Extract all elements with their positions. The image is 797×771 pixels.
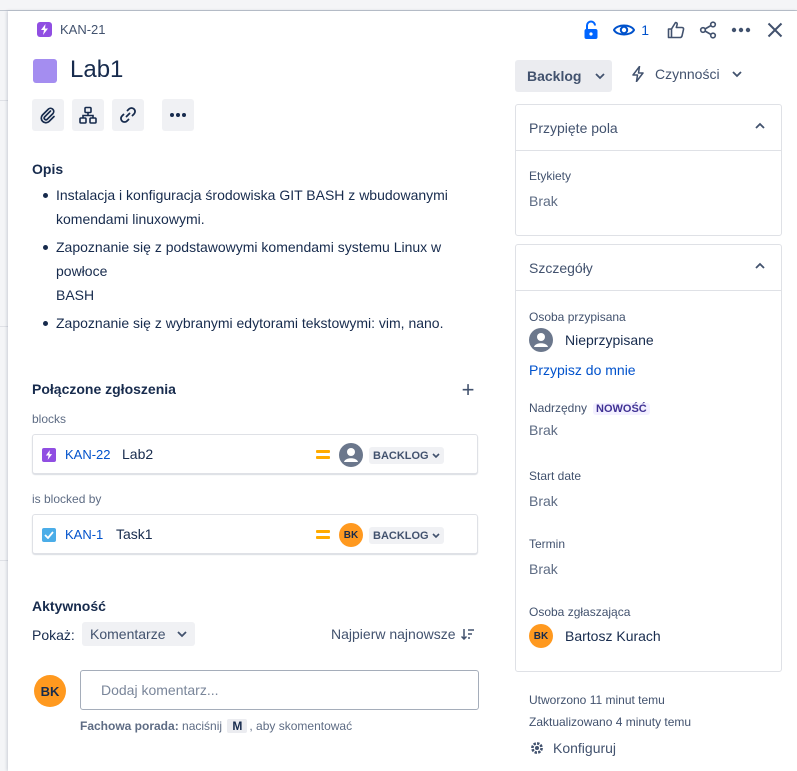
reporter-value[interactable]: Bartosz Kurach — [565, 628, 661, 644]
assignee-label: Osoba przypisana — [529, 310, 626, 324]
show-label: Pokaż: — [32, 627, 75, 643]
unassigned-avatar — [339, 443, 363, 467]
share-icon[interactable] — [699, 17, 717, 43]
avatar: BK — [339, 523, 363, 547]
chevron-up-icon — [755, 262, 765, 269]
details-header[interactable]: Szczegóły — [516, 245, 781, 291]
issue-modal: KAN-21 1 Lab1 Opis Instalacja i konfigur… — [8, 11, 797, 771]
close-icon[interactable] — [767, 17, 783, 43]
list-item: Zapoznanie się z wybranymi edytorami tek… — [42, 311, 472, 335]
chevron-up-icon — [755, 122, 765, 129]
lock-icon[interactable] — [583, 17, 599, 43]
background-page — [0, 0, 8, 771]
due-date-label: Termin — [529, 537, 566, 551]
watch-button[interactable]: 1 — [613, 17, 649, 43]
actions-button[interactable]: Czynności — [632, 66, 742, 82]
reporter-label: Osoba zgłaszająca — [529, 605, 631, 619]
assignee-value[interactable]: Nieprzypisane — [565, 332, 654, 348]
attach-button[interactable] — [32, 99, 64, 131]
user-avatar: BK — [34, 675, 66, 707]
start-date-value[interactable]: Brak — [529, 493, 558, 509]
pinned-fields-panel: Przypięte pola Etykiety Brak — [515, 104, 782, 236]
task-type-icon — [42, 528, 56, 542]
chevron-down-icon — [731, 70, 742, 77]
gear-icon — [531, 742, 543, 754]
linked-issue-row[interactable]: KAN-1 Task1 BK BACKLOG — [32, 514, 478, 554]
new-badge: NOWOŚĆ — [593, 403, 650, 415]
eye-icon — [613, 24, 636, 36]
linked-issue-summary[interactable]: Lab2 — [122, 446, 153, 462]
like-icon[interactable] — [667, 17, 685, 43]
pinned-fields-header[interactable]: Przypięte pola — [516, 105, 781, 151]
lightning-icon — [632, 66, 644, 82]
status-button[interactable]: Backlog — [515, 60, 612, 92]
configure-button[interactable]: Konfiguruj — [529, 740, 616, 756]
list-item: Instalacja i konfiguracja środowiska GIT… — [42, 183, 472, 231]
parent-value[interactable]: Brak — [529, 422, 558, 438]
more-icon — [170, 113, 186, 117]
linked-issue-row[interactable]: KAN-22 Lab2 BACKLOG — [32, 434, 478, 474]
header-actions: 1 — [573, 17, 783, 43]
link-issue-button[interactable] — [112, 99, 144, 131]
chevron-down-icon — [595, 72, 606, 79]
reporter-avatar: BK — [529, 624, 553, 648]
assign-to-me-link[interactable]: Przypisz do mnie — [529, 362, 636, 378]
sort-icon — [460, 629, 474, 640]
created-timestamp: Utworzono 11 minut temu — [529, 693, 665, 707]
comment-input[interactable]: Dodaj komentarz... — [80, 670, 479, 710]
list-item: Zapoznanie się z podstawowymi komendami … — [42, 235, 472, 307]
linked-issues-heading: Połączone zgłoszenia — [32, 381, 176, 397]
child-issue-button[interactable] — [72, 99, 104, 131]
hierarchy-icon — [79, 106, 97, 124]
chevron-down-icon — [177, 630, 188, 637]
description-list[interactable]: Instalacja i konfiguracja środowiska GIT… — [42, 183, 472, 339]
priority-medium-icon — [316, 450, 330, 459]
description-heading: Opis — [32, 161, 64, 177]
issue-key-breadcrumb[interactable]: KAN-21 — [60, 22, 106, 37]
pro-tip: Fachowa porada: naciśnij M, aby skomento… — [80, 719, 353, 733]
linked-issue-key[interactable]: KAN-22 — [65, 447, 111, 462]
priority-medium-icon — [316, 530, 330, 539]
linked-issue-key[interactable]: KAN-1 — [65, 527, 103, 542]
due-date-value[interactable]: Brak — [529, 561, 558, 577]
add-link-button[interactable]: + — [456, 377, 480, 403]
link-icon — [120, 107, 136, 123]
activity-heading: Aktywność — [32, 598, 106, 614]
labels-field-value[interactable]: Brak — [529, 193, 558, 209]
unassigned-avatar — [529, 328, 553, 352]
details-panel: Szczegóły Osoba przypisana Nieprzypisane… — [515, 244, 782, 672]
more-actions-button[interactable] — [162, 99, 194, 131]
more-icon[interactable] — [731, 17, 751, 43]
issue-type-icon[interactable] — [33, 59, 57, 83]
linked-issue-summary[interactable]: Task1 — [116, 526, 153, 542]
epic-type-icon — [37, 22, 52, 37]
link-type-label: is blocked by — [32, 492, 102, 506]
parent-label: Nadrzędny NOWOŚĆ — [529, 401, 650, 415]
status-dropdown[interactable]: BACKLOG — [369, 447, 444, 464]
activity-filter-dropdown[interactable]: Komentarze — [82, 622, 196, 646]
paperclip-icon — [40, 107, 55, 124]
status-dropdown[interactable]: BACKLOG — [369, 527, 444, 544]
issue-title[interactable]: Lab1 — [70, 56, 123, 84]
start-date-label: Start date — [529, 469, 582, 483]
updated-timestamp: Zaktualizowano 4 minuty temu — [529, 715, 692, 729]
labels-field-label: Etykiety — [529, 169, 572, 183]
epic-type-icon — [42, 448, 56, 462]
watch-count: 1 — [641, 22, 649, 38]
issue-toolbar — [32, 99, 202, 131]
sort-button[interactable]: Najpierw najnowsze — [331, 626, 475, 642]
link-type-label: blocks — [32, 412, 67, 426]
